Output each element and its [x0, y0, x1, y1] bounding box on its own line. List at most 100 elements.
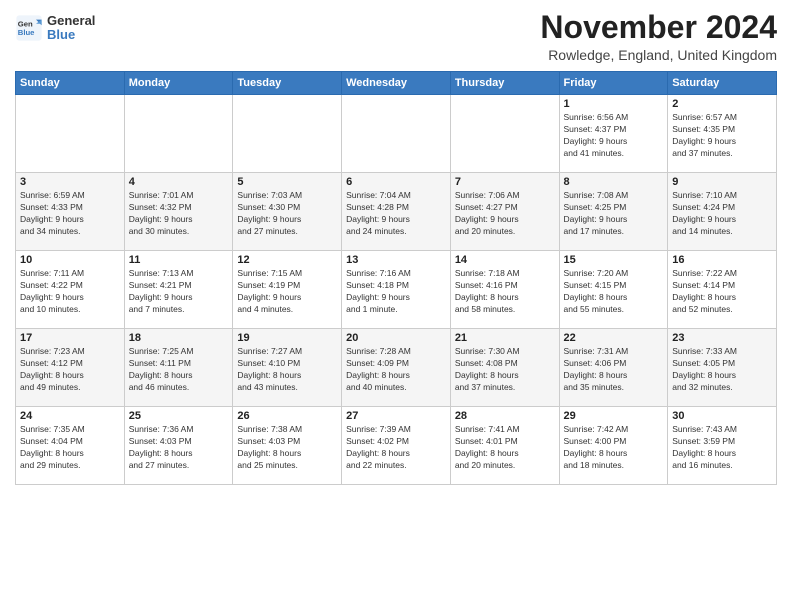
- table-row: 15Sunrise: 7:20 AM Sunset: 4:15 PM Dayli…: [559, 251, 668, 329]
- calendar-header-row: Sunday Monday Tuesday Wednesday Thursday…: [16, 72, 777, 95]
- logo-icon: Gen Blue: [15, 14, 43, 42]
- table-row: 7 Sunrise: 7:06 AM Sunset: 4:27 PM Daylig…: [450, 173, 559, 251]
- day-number: 6: [346, 176, 446, 188]
- table-row: 24 Sunrise: 7:35 AM Sunset: 4:04 PM Dayli…: [16, 407, 125, 485]
- day-info: Sunrise: 6:59 AM Sunset: 4:33 PM Dayligh…: [20, 190, 120, 238]
- day-info: Sunrise: 7:23 AM Sunset: 4:12 PM Dayligh…: [20, 346, 120, 394]
- day-info: Sunrise: 6:57 AM Sunset: 4:35 PM Dayligh…: [672, 112, 772, 160]
- col-friday: Friday: [559, 72, 668, 95]
- table-row: 29 Sunrise: 7:42 AM Sunset: 4:00 PM Dayli…: [559, 407, 668, 485]
- table-row: 21 Sunrise: 7:30 AM Sunset: 4:08 PM Dayli…: [450, 329, 559, 407]
- table-row: 10Sunrise: 7:11 AM Sunset: 4:22 PM Dayli…: [16, 251, 125, 329]
- table-row: [16, 95, 125, 173]
- logo: Gen Blue General Blue: [15, 14, 95, 43]
- day-number: 27: [346, 410, 446, 422]
- day-number: 2: [672, 98, 772, 110]
- table-row: 2 Sunrise: 6:57 AM Sunset: 4:35 PM Daylig…: [668, 95, 777, 173]
- table-row: 18 Sunrise: 7:25 AM Sunset: 4:11 PM Dayli…: [124, 329, 233, 407]
- title-block: November 2024 Rowledge, England, United …: [540, 10, 777, 63]
- table-row: [342, 95, 451, 173]
- day-info: Sunrise: 7:30 AM Sunset: 4:08 PM Dayligh…: [455, 346, 555, 394]
- location-subtitle: Rowledge, England, United Kingdom: [540, 47, 777, 63]
- day-info: Sunrise: 7:36 AM Sunset: 4:03 PM Dayligh…: [129, 424, 229, 472]
- table-row: 8 Sunrise: 7:08 AM Sunset: 4:25 PM Daylig…: [559, 173, 668, 251]
- day-info: Sunrise: 7:43 AM Sunset: 3:59 PM Dayligh…: [672, 424, 772, 472]
- table-row: 26Sunrise: 7:38 AM Sunset: 4:03 PM Dayli…: [233, 407, 342, 485]
- table-row: [124, 95, 233, 173]
- day-info: Sunrise: 7:22 AM Sunset: 4:14 PM Dayligh…: [672, 268, 772, 316]
- logo-text: General Blue: [47, 14, 95, 43]
- day-number: 10: [20, 254, 120, 266]
- day-info: Sunrise: 7:28 AM Sunset: 4:09 PM Dayligh…: [346, 346, 446, 394]
- day-number: 23: [672, 332, 772, 344]
- day-info: Sunrise: 7:42 AM Sunset: 4:00 PM Dayligh…: [564, 424, 664, 472]
- logo-general-text: General: [47, 14, 95, 28]
- day-info: Sunrise: 7:33 AM Sunset: 4:05 PM Dayligh…: [672, 346, 772, 394]
- table-row: 5Sunrise: 7:03 AM Sunset: 4:30 PM Daylig…: [233, 173, 342, 251]
- day-number: 11: [129, 254, 229, 266]
- table-row: 1 Sunrise: 6:56 AM Sunset: 4:37 PM Daylig…: [559, 95, 668, 173]
- day-info: Sunrise: 7:15 AM Sunset: 4:19 PM Dayligh…: [237, 268, 337, 316]
- calendar-week-row: 10Sunrise: 7:11 AM Sunset: 4:22 PM Dayli…: [16, 251, 777, 329]
- day-info: Sunrise: 7:31 AM Sunset: 4:06 PM Dayligh…: [564, 346, 664, 394]
- day-number: 16: [672, 254, 772, 266]
- day-info: Sunrise: 7:27 AM Sunset: 4:10 PM Dayligh…: [237, 346, 337, 394]
- table-row: 13Sunrise: 7:16 AM Sunset: 4:18 PM Dayli…: [342, 251, 451, 329]
- month-title: November 2024: [540, 10, 777, 45]
- table-row: 9Sunrise: 7:10 AM Sunset: 4:24 PM Daylig…: [668, 173, 777, 251]
- day-info: Sunrise: 7:18 AM Sunset: 4:16 PM Dayligh…: [455, 268, 555, 316]
- day-number: 29: [564, 410, 664, 422]
- day-number: 12: [237, 254, 337, 266]
- day-number: 8: [564, 176, 664, 188]
- day-info: Sunrise: 6:56 AM Sunset: 4:37 PM Dayligh…: [564, 112, 664, 160]
- calendar-week-row: 24 Sunrise: 7:35 AM Sunset: 4:04 PM Dayli…: [16, 407, 777, 485]
- day-info: Sunrise: 7:03 AM Sunset: 4:30 PM Dayligh…: [237, 190, 337, 238]
- day-number: 3: [20, 176, 120, 188]
- day-info: Sunrise: 7:04 AM Sunset: 4:28 PM Dayligh…: [346, 190, 446, 238]
- day-number: 4: [129, 176, 229, 188]
- table-row: 20Sunrise: 7:28 AM Sunset: 4:09 PM Dayli…: [342, 329, 451, 407]
- table-row: 17 Sunrise: 7:23 AM Sunset: 4:12 PM Dayli…: [16, 329, 125, 407]
- day-info: Sunrise: 7:25 AM Sunset: 4:11 PM Dayligh…: [129, 346, 229, 394]
- day-number: 22: [564, 332, 664, 344]
- day-number: 25: [129, 410, 229, 422]
- table-row: [450, 95, 559, 173]
- day-number: 7: [455, 176, 555, 188]
- table-row: 6 Sunrise: 7:04 AM Sunset: 4:28 PM Daylig…: [342, 173, 451, 251]
- day-number: 18: [129, 332, 229, 344]
- table-row: 4Sunrise: 7:01 AM Sunset: 4:32 PM Daylig…: [124, 173, 233, 251]
- table-row: 16 Sunrise: 7:22 AM Sunset: 4:14 PM Dayli…: [668, 251, 777, 329]
- day-number: 30: [672, 410, 772, 422]
- col-sunday: Sunday: [16, 72, 125, 95]
- day-info: Sunrise: 7:38 AM Sunset: 4:03 PM Dayligh…: [237, 424, 337, 472]
- table-row: 19Sunrise: 7:27 AM Sunset: 4:10 PM Dayli…: [233, 329, 342, 407]
- day-info: Sunrise: 7:06 AM Sunset: 4:27 PM Dayligh…: [455, 190, 555, 238]
- table-row: 22 Sunrise: 7:31 AM Sunset: 4:06 PM Dayli…: [559, 329, 668, 407]
- table-row: 11 Sunrise: 7:13 AM Sunset: 4:21 PM Dayli…: [124, 251, 233, 329]
- col-thursday: Thursday: [450, 72, 559, 95]
- day-number: 21: [455, 332, 555, 344]
- day-info: Sunrise: 7:13 AM Sunset: 4:21 PM Dayligh…: [129, 268, 229, 316]
- table-row: 27Sunrise: 7:39 AM Sunset: 4:02 PM Dayli…: [342, 407, 451, 485]
- header: Gen Blue General Blue November 2024 Rowl…: [15, 10, 777, 63]
- calendar-week-row: 3 Sunrise: 6:59 AM Sunset: 4:33 PM Daylig…: [16, 173, 777, 251]
- day-number: 1: [564, 98, 664, 110]
- table-row: 14Sunrise: 7:18 AM Sunset: 4:16 PM Dayli…: [450, 251, 559, 329]
- day-number: 17: [20, 332, 120, 344]
- calendar-table: Sunday Monday Tuesday Wednesday Thursday…: [15, 71, 777, 485]
- col-saturday: Saturday: [668, 72, 777, 95]
- day-number: 13: [346, 254, 446, 266]
- day-number: 15: [564, 254, 664, 266]
- calendar-week-row: 1 Sunrise: 6:56 AM Sunset: 4:37 PM Daylig…: [16, 95, 777, 173]
- calendar-week-row: 17 Sunrise: 7:23 AM Sunset: 4:12 PM Dayli…: [16, 329, 777, 407]
- table-row: 3 Sunrise: 6:59 AM Sunset: 4:33 PM Daylig…: [16, 173, 125, 251]
- day-number: 9: [672, 176, 772, 188]
- day-info: Sunrise: 7:08 AM Sunset: 4:25 PM Dayligh…: [564, 190, 664, 238]
- col-monday: Monday: [124, 72, 233, 95]
- logo-blue-text: Blue: [47, 28, 95, 42]
- day-number: 24: [20, 410, 120, 422]
- day-info: Sunrise: 7:35 AM Sunset: 4:04 PM Dayligh…: [20, 424, 120, 472]
- table-row: [233, 95, 342, 173]
- table-row: 23 Sunrise: 7:33 AM Sunset: 4:05 PM Dayli…: [668, 329, 777, 407]
- col-wednesday: Wednesday: [342, 72, 451, 95]
